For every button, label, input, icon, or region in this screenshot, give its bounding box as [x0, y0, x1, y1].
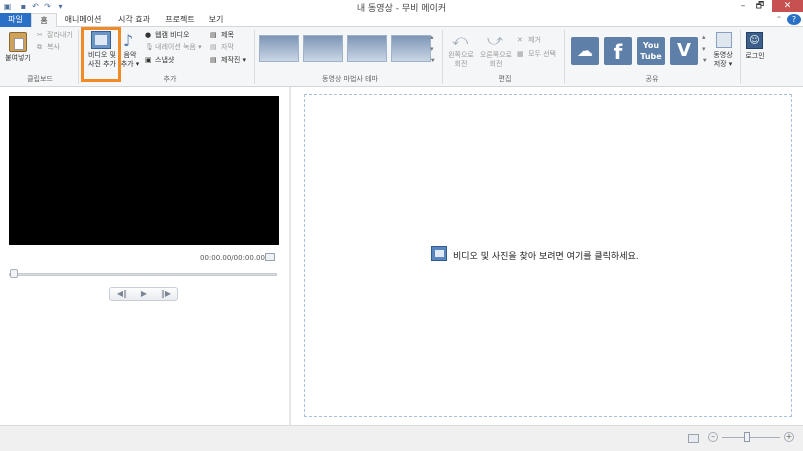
title-icon: ▤: [210, 31, 217, 39]
sign-in-icon[interactable]: ☺: [746, 32, 763, 49]
group-label-add: 추가: [163, 75, 177, 83]
pane-divider[interactable]: [289, 87, 291, 425]
close-button[interactable]: ✕: [772, 0, 803, 12]
zoom-out-button[interactable]: –: [708, 432, 718, 442]
onedrive-icon[interactable]: ☁: [571, 37, 599, 65]
help-icon[interactable]: ?: [787, 14, 801, 25]
save-movie-icon[interactable]: [716, 32, 732, 48]
group-separator: [78, 30, 79, 84]
snapshot-button[interactable]: 스냅샷: [155, 56, 174, 65]
vimeo-glyph: V: [677, 40, 691, 61]
seek-bar[interactable]: [9, 273, 277, 276]
tab-visual-effects[interactable]: 시각 효과: [113, 13, 155, 27]
paste-button[interactable]: 붙여넣기: [3, 54, 33, 63]
share-scroll-up-icon[interactable]: ▴: [702, 33, 706, 42]
zoom-in-button[interactable]: +: [784, 432, 794, 442]
remove-button[interactable]: 제거: [528, 36, 541, 45]
youtube-text-1: You: [642, 41, 660, 50]
minimize-button[interactable]: –: [736, 0, 750, 12]
tab-animations[interactable]: 애니메이션: [62, 13, 104, 27]
previous-frame-button[interactable]: ◀‖: [111, 288, 133, 300]
webcam-icon: ●: [145, 31, 152, 39]
status-bar: – +: [0, 425, 803, 451]
tab-project[interactable]: 프로젝트: [162, 13, 198, 27]
title-bar: ▣ ▪ ↶ ↷ ▾ 내 동영상 - 무비 메이커 – 🗗 ✕: [0, 0, 803, 14]
zoom-slider-thumb[interactable]: [744, 432, 750, 442]
share-expand-icon[interactable]: ⯆: [702, 57, 708, 66]
rotate-left-label-2[interactable]: 회전: [445, 60, 477, 69]
webcam-video-button[interactable]: 웹캠 비디오: [155, 31, 189, 40]
copy-button[interactable]: 복사: [47, 43, 60, 52]
rotate-right-label-1[interactable]: 오른쪽으로: [478, 51, 514, 60]
group-separator: [740, 30, 741, 84]
group-separator: [254, 30, 255, 84]
rotate-left-icon[interactable]: ⤺: [451, 31, 469, 49]
playback-controls: ◀‖ ▶ ‖▶: [109, 287, 178, 301]
sign-in-button[interactable]: 로그인: [742, 52, 768, 61]
tab-file[interactable]: 파일: [0, 13, 31, 27]
highlight-box: [81, 27, 121, 82]
scroll-down-icon[interactable]: ▾: [430, 45, 434, 54]
time-readout: 00:00.00/00:00.00: [200, 254, 265, 262]
storyboard-hint[interactable]: 비디오 및 사진을 찾아 보려면 여기를 클릭하세요.: [453, 249, 639, 262]
group-separator: [564, 30, 565, 84]
caption-button[interactable]: 자막: [221, 43, 234, 52]
scissors-icon: ✂: [37, 31, 43, 39]
preview-monitor[interactable]: [9, 96, 279, 245]
caption-icon: ▤: [210, 43, 217, 51]
group-label-editing: 편집: [498, 75, 512, 83]
add-media-icon[interactable]: [431, 246, 447, 261]
select-all-button[interactable]: 모두 선택: [528, 50, 556, 59]
ribbon-tabs: 파일 홈 애니메이션 시각 효과 프로젝트 보기 ⌃ ?: [0, 13, 803, 28]
credits-button[interactable]: 제작진 ▾: [221, 56, 246, 65]
play-button[interactable]: ▶: [133, 288, 155, 300]
cut-button[interactable]: 잘라내기: [47, 31, 73, 40]
tab-home[interactable]: 홈: [31, 13, 57, 28]
group-separator: [442, 30, 443, 84]
rotate-left-label-1[interactable]: 왼쪽으로: [445, 51, 477, 60]
thumbnail-size-icon[interactable]: [688, 434, 699, 443]
theme-thumbnail[interactable]: [391, 35, 431, 62]
youtube-text-2: Tube: [640, 52, 662, 61]
facebook-icon[interactable]: f: [604, 37, 632, 65]
credits-icon: ▤: [210, 56, 217, 64]
group-label-clipboard: 클립보드: [27, 75, 53, 83]
zoom-slider[interactable]: [722, 437, 780, 438]
snapshot-icon: ▣: [145, 56, 152, 64]
gallery-expand-icon[interactable]: ⯆: [430, 57, 436, 66]
youtube-icon[interactable]: You Tube: [637, 37, 665, 65]
record-narration-button[interactable]: 내레이션 녹음 ▾: [155, 43, 202, 52]
split-view-icon[interactable]: [265, 253, 275, 261]
seek-thumb[interactable]: [10, 269, 18, 278]
add-music-label-1[interactable]: 음악: [119, 51, 141, 60]
vimeo-icon[interactable]: V: [670, 37, 698, 65]
title-button[interactable]: 제목: [221, 31, 234, 40]
theme-thumbnail[interactable]: [259, 35, 299, 62]
remove-icon: ✕: [517, 36, 523, 44]
share-scroll-down-icon[interactable]: ▾: [702, 45, 706, 54]
scroll-up-icon[interactable]: ▴: [430, 33, 434, 42]
rotate-right-icon[interactable]: ⤻: [486, 31, 504, 49]
facebook-glyph: f: [613, 40, 623, 64]
group-label-themes: 동영상 마법사 테마: [322, 75, 378, 83]
save-movie-label-2[interactable]: 저장 ▾: [709, 60, 737, 69]
microphone-icon: 🎙: [145, 43, 154, 51]
tab-view[interactable]: 보기: [204, 13, 228, 27]
rotate-right-label-2[interactable]: 회전: [478, 60, 514, 69]
music-note-icon[interactable]: ♪: [123, 31, 135, 51]
select-all-icon: ▦: [517, 50, 524, 58]
paste-icon[interactable]: [9, 32, 27, 52]
copy-icon: ⧉: [37, 43, 42, 51]
theme-thumbnail[interactable]: [347, 35, 387, 62]
group-label-share: 공유: [645, 75, 659, 83]
theme-thumbnail[interactable]: [303, 35, 343, 62]
maximize-button[interactable]: 🗗: [752, 0, 768, 12]
save-movie-label-1[interactable]: 동영상: [709, 51, 737, 60]
ribbon-minimize-icon[interactable]: ⌃: [772, 13, 786, 27]
next-frame-button[interactable]: ‖▶: [155, 288, 177, 300]
